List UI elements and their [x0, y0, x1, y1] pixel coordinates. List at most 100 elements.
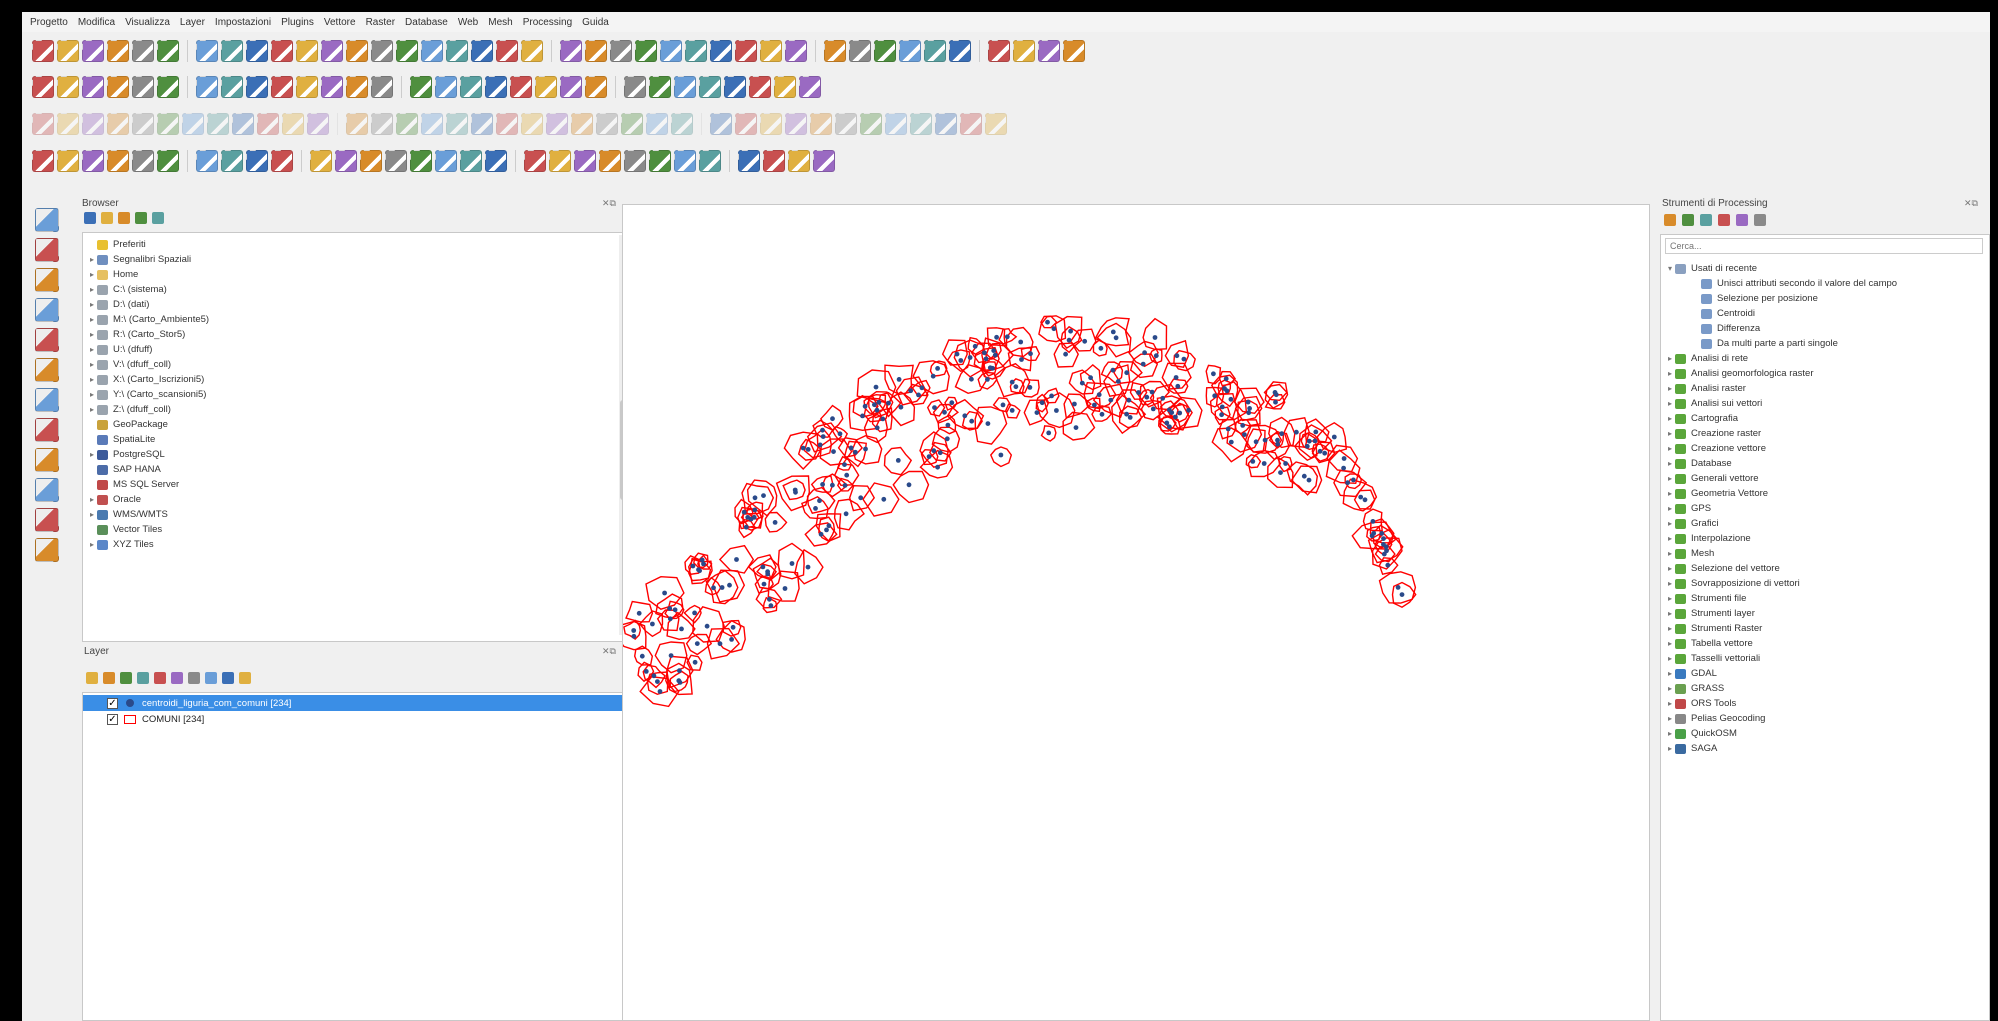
- tool-icon[interactable]: [346, 40, 368, 62]
- expand-arrow-icon[interactable]: ▸: [1665, 681, 1675, 696]
- tool-icon[interactable]: [221, 76, 243, 98]
- tool-icon[interactable]: [710, 113, 732, 135]
- tool-icon[interactable]: [32, 150, 54, 172]
- expand-arrow-icon[interactable]: ▸: [1665, 381, 1675, 396]
- tool-icon[interactable]: [232, 113, 254, 135]
- tool-icon[interactable]: [82, 150, 104, 172]
- tool-icon[interactable]: [207, 113, 229, 135]
- tool-icon[interactable]: [157, 150, 179, 172]
- browser-item[interactable]: ▸ M:\ (Carto_Ambiente5): [87, 312, 631, 327]
- tool-icon[interactable]: [496, 40, 518, 62]
- processing-provider[interactable]: ▸ QuickOSM: [1665, 726, 1989, 741]
- processing-group[interactable]: ▸ Strumenti Raster: [1665, 621, 1989, 636]
- expand-arrow-icon[interactable]: ▸: [1665, 441, 1675, 456]
- tool-icon[interactable]: [985, 113, 1007, 135]
- layers-tool-icon[interactable]: [239, 672, 251, 684]
- tool-icon[interactable]: [182, 113, 204, 135]
- tool-icon[interactable]: [760, 113, 782, 135]
- tool-icon[interactable]: [685, 40, 707, 62]
- tool-icon[interactable]: [885, 113, 907, 135]
- tool-icon[interactable]: [596, 113, 618, 135]
- browser-item[interactable]: ▸ X:\ (Carto_Iscrizioni5): [87, 372, 631, 387]
- tool-icon[interactable]: [321, 40, 343, 62]
- tool-icon[interactable]: [385, 150, 407, 172]
- tool-icon[interactable]: [82, 76, 104, 98]
- tool-icon[interactable]: [371, 40, 393, 62]
- menu-item[interactable]: Raster: [366, 17, 395, 28]
- expand-arrow-icon[interactable]: ▸: [1665, 741, 1675, 756]
- tool-icon[interactable]: [574, 150, 596, 172]
- processing-recent-item[interactable]: Unisci attributi secondo il valore del c…: [1665, 276, 1989, 291]
- processing-group[interactable]: ▸ Creazione raster: [1665, 426, 1989, 441]
- tool-icon[interactable]: [646, 113, 668, 135]
- expand-arrow-icon[interactable]: ▸: [1665, 531, 1675, 546]
- tool-icon[interactable]: [899, 40, 921, 62]
- processing-provider[interactable]: ▸ Pelias Geocoding: [1665, 711, 1989, 726]
- tool-icon[interactable]: [157, 76, 179, 98]
- tool-icon[interactable]: [788, 150, 810, 172]
- browser-item[interactable]: MS SQL Server: [87, 477, 631, 492]
- tool-icon[interactable]: [763, 150, 785, 172]
- tool-icon[interactable]: [674, 76, 696, 98]
- expand-arrow-icon[interactable]: ▸: [1665, 711, 1675, 726]
- processing-search-input[interactable]: [1665, 238, 1983, 254]
- tool-icon[interactable]: [107, 76, 129, 98]
- tool-icon[interactable]: [585, 76, 607, 98]
- expand-arrow-icon[interactable]: ▸: [87, 357, 97, 372]
- tool-icon[interactable]: [246, 76, 268, 98]
- tool-icon[interactable]: [1013, 40, 1035, 62]
- browser-panel-close-icon[interactable]: ✕⧉: [602, 198, 616, 209]
- processing-tool-icon[interactable]: [1718, 214, 1730, 226]
- processing-recent-item[interactable]: Selezione per posizione: [1665, 291, 1989, 306]
- processing-tool-icon[interactable]: [1664, 214, 1676, 226]
- expand-arrow-icon[interactable]: ▸: [1665, 651, 1675, 666]
- tool-icon[interactable]: [660, 40, 682, 62]
- tool-icon[interactable]: [460, 150, 482, 172]
- expand-arrow-icon[interactable]: ▸: [87, 252, 97, 267]
- tool-icon[interactable]: [471, 113, 493, 135]
- tool-icon[interactable]: [960, 113, 982, 135]
- expand-arrow-icon[interactable]: ▸: [87, 327, 97, 342]
- tool-icon[interactable]: [785, 40, 807, 62]
- browser-item[interactable]: ▸ V:\ (dfuff_coll): [87, 357, 631, 372]
- tool-icon[interactable]: [1038, 40, 1060, 62]
- tool-icon[interactable]: [571, 113, 593, 135]
- menu-item[interactable]: Plugins: [281, 17, 314, 28]
- browser-item[interactable]: SAP HANA: [87, 462, 631, 477]
- tool-icon[interactable]: [132, 76, 154, 98]
- browser-item[interactable]: ▸ Segnalibri Spaziali: [87, 252, 631, 267]
- tool-icon[interactable]: [396, 40, 418, 62]
- add-layer-icon[interactable]: [35, 358, 59, 382]
- tool-icon[interactable]: [824, 40, 846, 62]
- processing-group[interactable]: ▸ Tabella vettore: [1665, 636, 1989, 651]
- menu-item[interactable]: Guida: [582, 17, 609, 28]
- tool-icon[interactable]: [257, 113, 279, 135]
- tool-icon[interactable]: [296, 76, 318, 98]
- tool-icon[interactable]: [435, 76, 457, 98]
- menu-item[interactable]: Modifica: [78, 17, 115, 28]
- expand-arrow-icon[interactable]: ▸: [1665, 561, 1675, 576]
- tool-icon[interactable]: [485, 150, 507, 172]
- add-layer-icon[interactable]: [35, 208, 59, 232]
- processing-group[interactable]: ▸ Grafici: [1665, 516, 1989, 531]
- tool-icon[interactable]: [671, 113, 693, 135]
- tool-icon[interactable]: [82, 113, 104, 135]
- expand-arrow-icon[interactable]: ▸: [87, 387, 97, 402]
- expand-arrow-icon[interactable]: ▸: [1665, 606, 1675, 621]
- processing-recent-item[interactable]: Centroidi: [1665, 306, 1989, 321]
- tool-icon[interactable]: [585, 40, 607, 62]
- expand-arrow-icon[interactable]: ▸: [1665, 576, 1675, 591]
- tool-icon[interactable]: [196, 40, 218, 62]
- processing-panel-close-icon[interactable]: ✕⧉: [1964, 198, 1978, 209]
- menu-item[interactable]: Web: [458, 17, 478, 28]
- processing-group[interactable]: ▸ Interpolazione: [1665, 531, 1989, 546]
- tool-icon[interactable]: [221, 40, 243, 62]
- tool-icon[interactable]: [774, 76, 796, 98]
- menu-item[interactable]: Vettore: [324, 17, 356, 28]
- tool-icon[interactable]: [32, 113, 54, 135]
- browser-item[interactable]: GeoPackage: [87, 417, 631, 432]
- tool-icon[interactable]: [749, 76, 771, 98]
- browser-item[interactable]: ▸ XYZ Tiles: [87, 537, 631, 552]
- layers-tool-icon[interactable]: [154, 672, 166, 684]
- expand-arrow-icon[interactable]: ▸: [1665, 696, 1675, 711]
